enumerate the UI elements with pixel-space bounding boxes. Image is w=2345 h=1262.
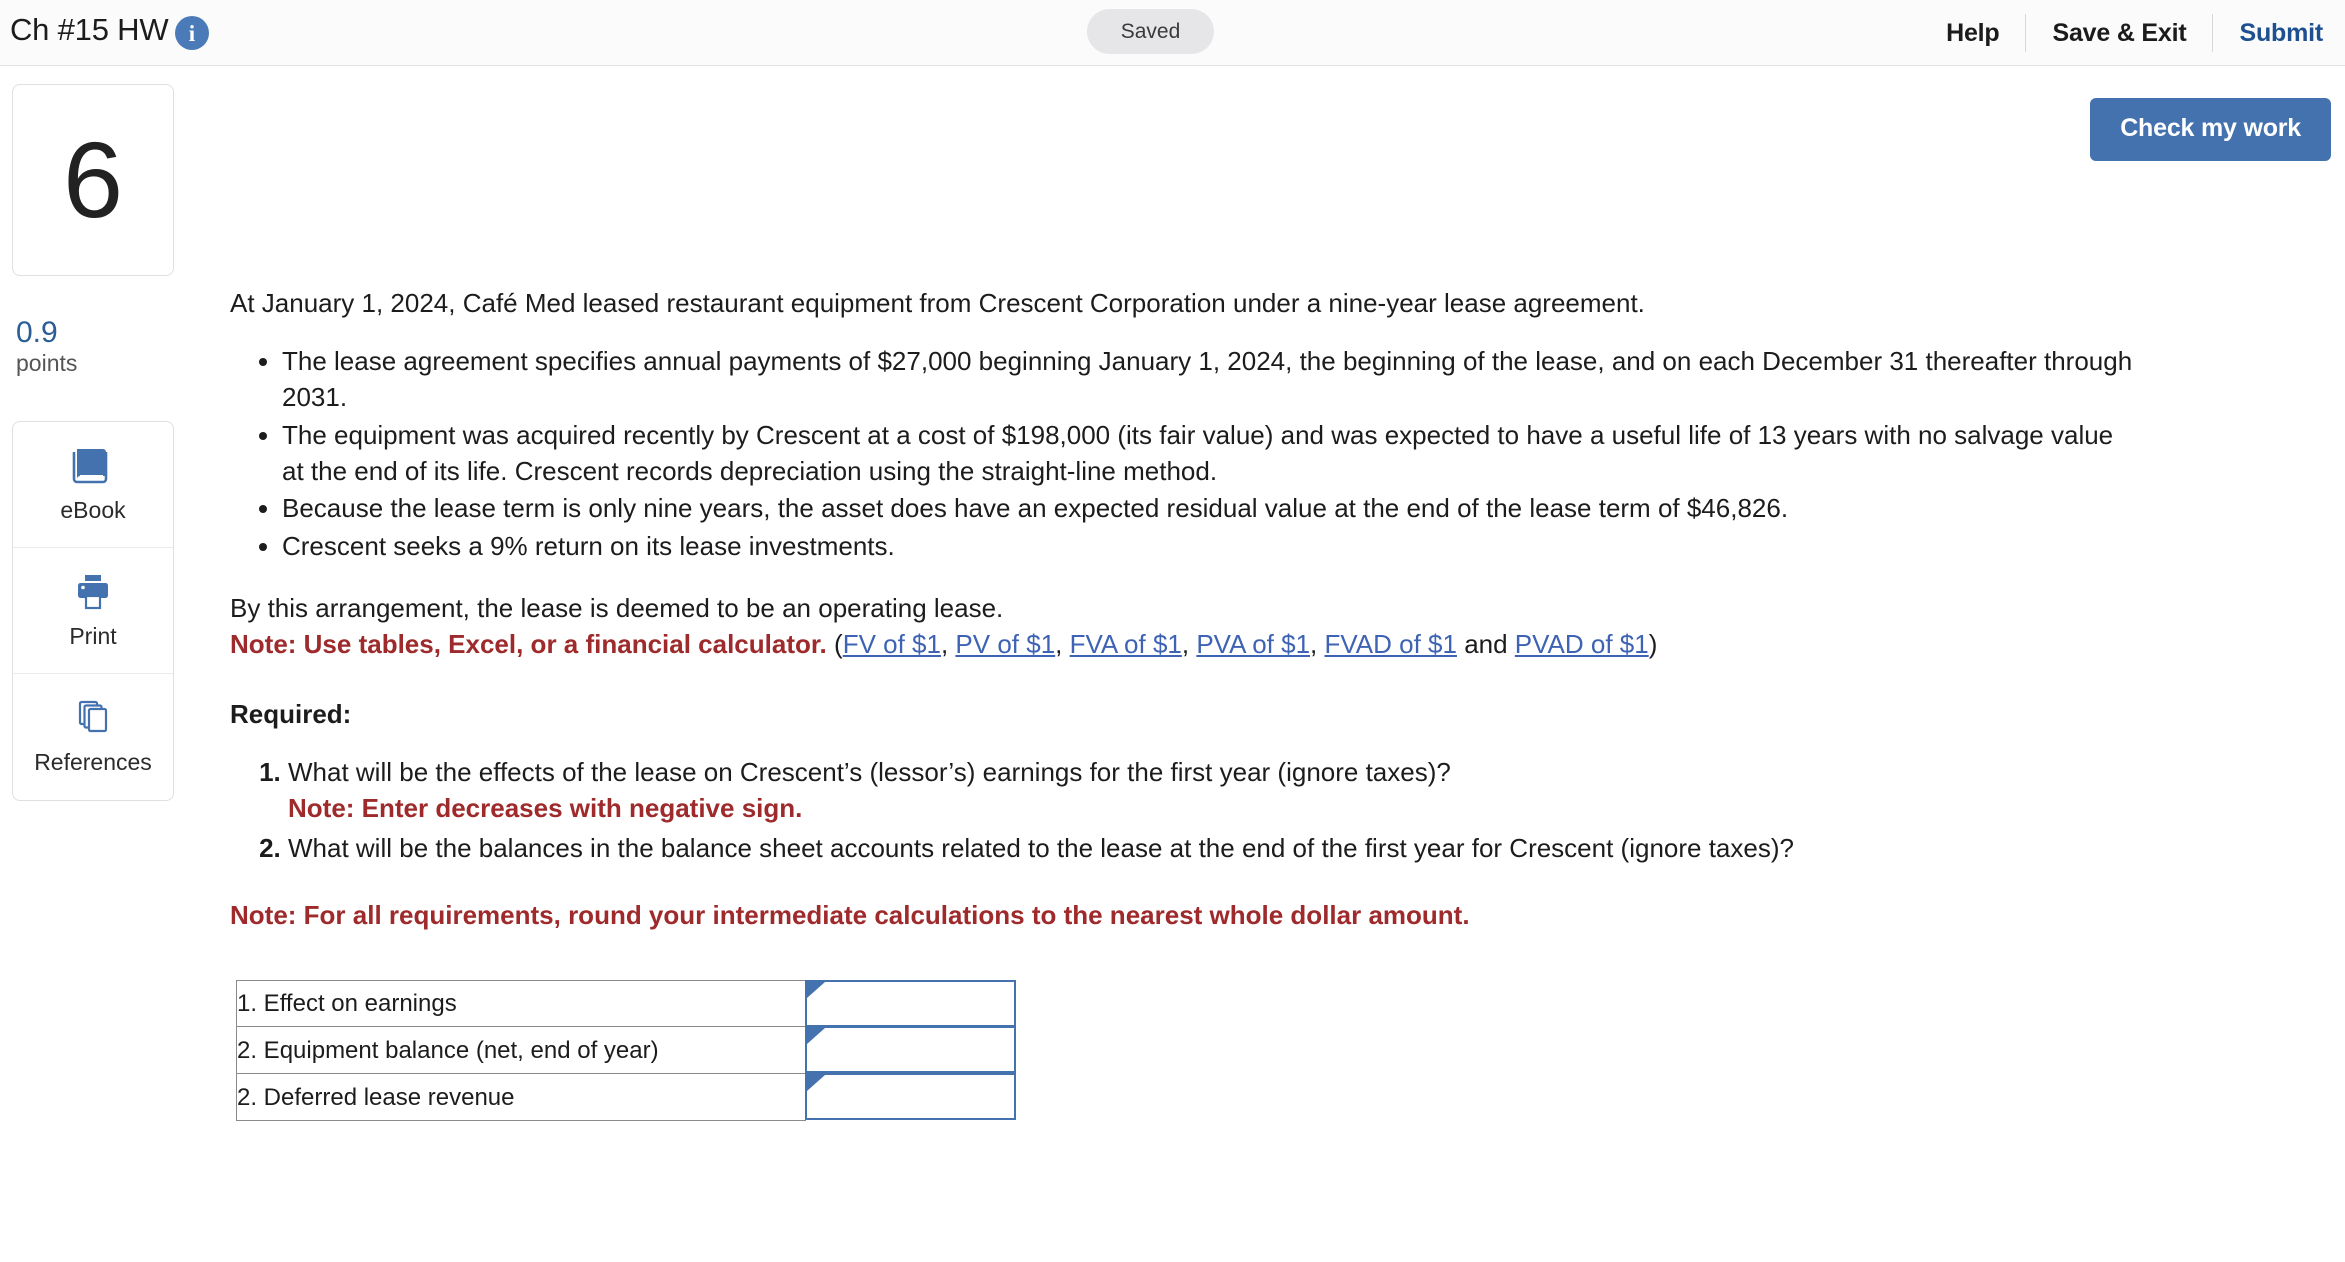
requirement-text: What will be the balances in the balance…	[288, 832, 1794, 863]
ebook-label: eBook	[60, 496, 126, 523]
required-heading: Required:	[230, 698, 352, 729]
print-button[interactable]: Print	[13, 548, 173, 674]
list-item: Because the lease term is only nine year…	[282, 491, 2140, 527]
links-close-paren: )	[1648, 629, 1658, 659]
answer-input-cell[interactable]	[805, 1026, 1016, 1074]
requirement-text: What will be the effects of the lease on…	[288, 756, 1451, 787]
link-separator: and	[1456, 629, 1515, 659]
requirements-list: What will be the effects of the lease on…	[230, 755, 2140, 867]
book-icon	[71, 445, 115, 485]
points-value: 0.9	[16, 316, 58, 349]
documents-icon	[71, 697, 115, 737]
equipment-balance-input[interactable]	[807, 1028, 1014, 1072]
link-separator: ,	[1181, 629, 1197, 659]
tables-note: Note: Use tables, Excel, or a financial …	[230, 629, 827, 659]
save-status-badge: Saved	[1087, 9, 1214, 54]
list-item: Crescent seeks a 9% return on its lease …	[282, 529, 2140, 565]
requirement-note: Note: Enter decreases with negative sign…	[288, 792, 803, 823]
input-box[interactable]	[805, 1026, 1016, 1074]
print-label: Print	[69, 622, 117, 649]
input-box[interactable]	[805, 980, 1016, 1028]
list-item: What will be the balances in the balance…	[288, 831, 2140, 867]
answer-table-wrapper: 1. Effect on earnings 2. Equipment balan…	[236, 980, 2140, 1122]
pvad-of-1-link[interactable]: PVAD of $1	[1515, 629, 1649, 659]
tool-group: eBook Print References	[12, 420, 174, 801]
question-intro: At January 1, 2024, Café Med leased rest…	[230, 288, 1645, 318]
question-number: 6	[62, 119, 124, 240]
rounding-note: Note: For all requirements, round your i…	[230, 900, 1470, 931]
submit-button[interactable]: Submit	[2213, 19, 2323, 48]
pva-of-1-link[interactable]: PVA of $1	[1196, 629, 1310, 659]
answer-row-label: 2. Deferred lease revenue	[236, 1074, 806, 1122]
assignment-title: Ch #15 HW	[10, 12, 169, 47]
input-box[interactable]	[805, 1073, 1016, 1121]
info-icon[interactable]: i	[175, 16, 209, 50]
fvad-of-1-link[interactable]: FVAD of $1	[1325, 629, 1457, 659]
help-button[interactable]: Help	[1920, 19, 2025, 48]
pv-of-1-link[interactable]: PV of $1	[955, 629, 1055, 659]
answer-input-cell[interactable]	[805, 980, 1016, 1028]
link-separator: ,	[1310, 629, 1325, 659]
table-row: 1. Effect on earnings	[236, 980, 1016, 1028]
list-item: The equipment was acquired recently by C…	[282, 418, 2140, 490]
list-item: The lease agreement specifies annual pay…	[282, 344, 2140, 416]
answer-row-label: 2. Equipment balance (net, end of year)	[236, 1027, 806, 1075]
table-row: 2. Equipment balance (net, end of year)	[236, 1026, 1016, 1075]
answer-row-label: 1. Effect on earnings	[236, 980, 806, 1028]
top-bar: Ch #15 HW i Saved Help Save & Exit Submi…	[0, 0, 2345, 66]
tables-note-line: Note: Use tables, Excel, or a financial …	[230, 627, 2140, 663]
links-open-paren: (	[834, 629, 843, 659]
printer-icon	[71, 571, 115, 611]
page-body: 6 0.9 points eBook Print References Chec…	[0, 66, 2345, 1262]
answer-table: 1. Effect on earnings 2. Equipment balan…	[236, 980, 1016, 1122]
question-rail: 6 0.9 points eBook Print References	[12, 84, 174, 801]
question-number-box: 6	[12, 84, 174, 276]
references-label: References	[34, 749, 152, 776]
answer-input-cell[interactable]	[805, 1073, 1016, 1121]
question-content: At January 1, 2024, Café Med leased rest…	[230, 286, 2140, 1122]
link-separator: ,	[1055, 629, 1070, 659]
arrangement-text: By this arrangement, the lease is deemed…	[230, 593, 1004, 624]
link-separator: ,	[940, 629, 956, 659]
deferred-lease-revenue-input[interactable]	[807, 1075, 1014, 1119]
points-label: points	[16, 350, 78, 376]
ebook-button[interactable]: eBook	[13, 422, 173, 548]
top-bar-actions: Help Save & Exit Submit	[1920, 0, 2323, 66]
table-row: 2. Deferred lease revenue	[236, 1073, 1016, 1122]
list-item: What will be the effects of the lease on…	[288, 755, 2140, 827]
save-and-exit-button[interactable]: Save & Exit	[2026, 19, 2212, 48]
check-my-work-button[interactable]: Check my work	[2090, 98, 2331, 161]
effect-on-earnings-input[interactable]	[807, 982, 1014, 1026]
references-button[interactable]: References	[13, 674, 173, 800]
fva-of-1-link[interactable]: FVA of $1	[1070, 629, 1182, 659]
fv-of-1-link[interactable]: FV of $1	[843, 629, 941, 659]
fact-list: The lease agreement specifies annual pay…	[230, 344, 2140, 565]
